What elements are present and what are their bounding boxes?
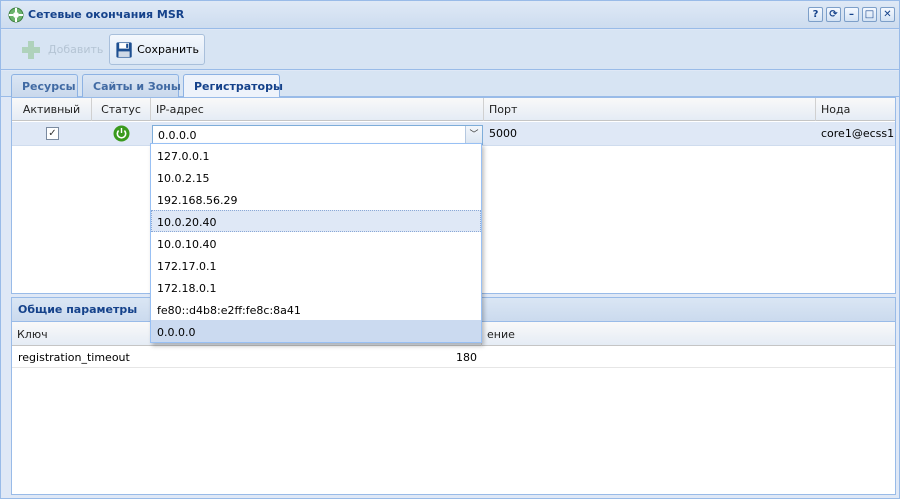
window-title: Сетевые окончания MSR [28, 8, 185, 21]
grid-header: Активный Статус IP-адрес Порт Нода [12, 98, 895, 121]
table-row[interactable]: registration_timeout 180 [12, 346, 895, 368]
list-item[interactable]: 127.0.0.1 [151, 144, 481, 166]
tab-bar: Ресурсы Сайты и Зоны Регистраторы [1, 71, 899, 98]
active-checkbox[interactable]: ✓ [46, 127, 59, 140]
ip-address-combobox[interactable]: 0.0.0.0 ﹀ [152, 125, 483, 145]
list-item[interactable]: 10.0.10.40 [151, 232, 481, 254]
column-header-status[interactable]: Статус [92, 98, 151, 121]
window-titlebar[interactable]: Сетевые окончания MSR ? ⟳ – □ ✕ [1, 1, 899, 29]
save-button-label: Сохранить [137, 43, 199, 56]
tab-registrars[interactable]: Регистраторы [183, 74, 283, 98]
save-button[interactable]: Сохранить [109, 34, 205, 65]
param-key: registration_timeout [18, 351, 130, 364]
power-on-icon [113, 125, 130, 142]
ip-address-value: 0.0.0.0 [158, 129, 197, 142]
minimize-icon[interactable]: – [844, 7, 859, 22]
list-item[interactable]: 10.0.2.15 [151, 166, 481, 188]
node-cell: core1@ecss1 [821, 127, 895, 140]
list-item[interactable]: 172.17.0.1 [151, 254, 481, 276]
refresh-icon[interactable]: ⟳ [826, 7, 841, 22]
list-item[interactable]: fe80::d4b8:e2ff:fe8c:8a41 [151, 298, 481, 320]
add-button[interactable]: Добавить [13, 34, 108, 65]
tab-sites-zones[interactable]: Сайты и Зоны [82, 74, 181, 97]
list-item[interactable]: 10.0.20.40 [151, 210, 481, 232]
column-header-port[interactable]: Порт [484, 98, 816, 121]
add-button-label: Добавить [48, 43, 104, 56]
toolbar: Добавить Сохранить [1, 30, 899, 70]
window-tools: ? ⟳ – □ ✕ [808, 7, 895, 22]
close-icon[interactable]: ✕ [880, 7, 895, 22]
column-header-value[interactable]: ение [482, 322, 897, 346]
column-header-ip[interactable]: IP-адрес [151, 98, 484, 121]
tab-resources[interactable]: Ресурсы [11, 74, 78, 97]
column-header-active[interactable]: Активный [12, 98, 92, 121]
list-item[interactable]: 0.0.0.0 [151, 320, 481, 342]
plus-icon [22, 40, 40, 59]
floppy-disk-icon [116, 41, 132, 58]
port-cell: 5000 [489, 127, 517, 140]
column-header-value-label: ение [487, 328, 515, 341]
maximize-icon[interactable]: □ [862, 7, 877, 22]
list-item[interactable]: 172.18.0.1 [151, 276, 481, 298]
list-item[interactable]: 192.168.56.29 [151, 188, 481, 210]
column-header-node[interactable]: Нода [816, 98, 897, 121]
chevron-down-icon[interactable]: ﹀ [465, 126, 482, 144]
network-icon [8, 7, 24, 23]
ip-address-dropdown-list[interactable]: 127.0.0.1 10.0.2.15 192.168.56.29 10.0.2… [150, 143, 482, 343]
help-icon[interactable]: ? [808, 7, 823, 22]
param-value: 180 [456, 351, 477, 364]
